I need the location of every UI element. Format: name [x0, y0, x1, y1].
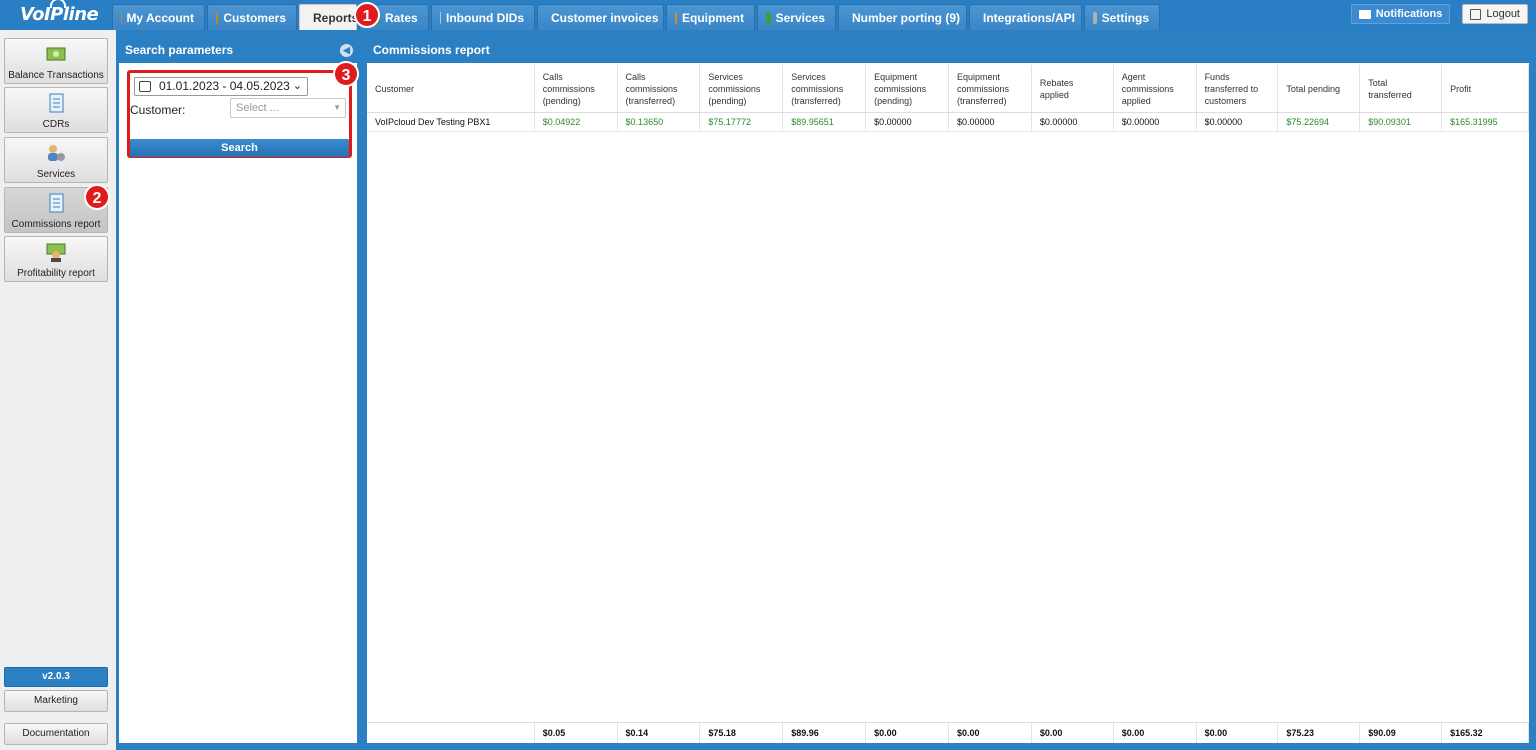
total-cell: $0.00 [1114, 723, 1197, 743]
box-icon [675, 11, 677, 24]
table-cell: $75.22694 [1278, 113, 1361, 131]
column-header[interactable]: Profit [1442, 65, 1529, 112]
tab-my-account[interactable]: My Account [112, 4, 205, 30]
tab-equipment[interactable]: Equipment [666, 4, 755, 30]
voipline-logo[interactable]: VoIPline [20, 0, 99, 28]
column-header[interactable]: Total pending [1278, 65, 1361, 112]
logout-icon [1470, 8, 1482, 20]
main-tabs: My Account Customers Reports Rates Inbound D… [112, 4, 1162, 30]
documentation-button[interactable]: Documentation [4, 723, 108, 745]
tab-inbound-dids[interactable]: Inbound DIDs [431, 4, 535, 30]
total-cell: $0.00 [1032, 723, 1114, 743]
top-right-actions: Notifications Logout [1350, 4, 1528, 24]
total-cell: $90.09 [1360, 723, 1443, 743]
sidebar-item-services[interactable]: Services [4, 137, 108, 183]
column-header[interactable]: Services commissions (transferred) [783, 65, 867, 112]
sidebar-item-cdrs[interactable]: CDRs [4, 87, 108, 133]
tab-reports[interactable]: Reports [299, 4, 357, 30]
search-form-highlight: 01.01.2023 - 04.05.2023 ⌄ Customer: Sele… [127, 70, 352, 158]
column-header[interactable]: Customer [367, 65, 535, 112]
sidebar-item-balance-transactions[interactable]: Balance Transactions [4, 38, 108, 84]
document-icon [49, 93, 64, 113]
services-icon [766, 11, 771, 24]
table-cell: $90.09301 [1360, 113, 1443, 131]
total-cell [367, 723, 535, 743]
report-header: Commissions report [367, 37, 1529, 63]
column-header[interactable]: Funds transferred to customers [1197, 65, 1279, 112]
tab-integrations-api[interactable]: Integrations/API [969, 4, 1082, 30]
commissions-report-panel: Commissions report Customer Calls commiss… [364, 37, 1532, 746]
column-header[interactable]: Equipment commissions (pending) [866, 65, 949, 112]
total-cell: $0.00 [1197, 723, 1279, 743]
total-cell: $165.32 [1442, 723, 1529, 743]
users-gear-icon [48, 145, 65, 161]
table-header-row: Customer Calls commissions (pending) Calls… [367, 65, 1529, 113]
collapse-left-icon[interactable]: ◀ [340, 44, 353, 57]
envelope-icon [1358, 9, 1371, 19]
table-cell: $75.17772 [700, 113, 784, 131]
annotation-badge-3: 3 [333, 61, 359, 87]
tab-settings[interactable]: Settings [1084, 4, 1160, 30]
total-cell: $0.05 [535, 723, 618, 743]
dropdown-arrow-icon: ▼ [333, 103, 341, 112]
annotation-badge-1: 1 [354, 2, 380, 28]
total-cell: $0.00 [949, 723, 1032, 743]
table-cell: $165.31995 [1442, 113, 1529, 131]
total-cell: $75.18 [700, 723, 784, 743]
column-header[interactable]: Rebates applied [1032, 65, 1114, 112]
document-icon [49, 193, 64, 213]
column-header[interactable]: Services commissions (pending) [700, 65, 784, 112]
tab-customer-invoices[interactable]: Customer invoices [537, 4, 664, 30]
column-header[interactable]: Calls commissions (pending) [535, 65, 618, 112]
column-header[interactable]: Agent commissions applied [1114, 65, 1197, 112]
commissions-table: Customer Calls commissions (pending) Calls… [367, 65, 1529, 132]
tab-number-porting-9[interactable]: Number porting (9) [838, 4, 967, 30]
money-icon [46, 47, 66, 61]
column-header[interactable]: Calls commissions (transferred) [618, 65, 701, 112]
annotation-badge-2: 2 [84, 184, 110, 210]
top-navigation-bar: VoIPline My Account Customers Reports Rates… [0, 0, 1536, 30]
table-cell: $0.00000 [1114, 113, 1197, 131]
version-badge: v2.0.3 [4, 667, 108, 687]
search-parameters-panel: Search parameters ◀ 01.01.2023 - 04.05.2… [116, 37, 360, 746]
table-row[interactable]: VoIPcloud Dev Testing PBX1 $0.04922 $0.136… [367, 113, 1529, 132]
search-button[interactable]: Search [130, 139, 349, 157]
money-user-icon [46, 243, 66, 262]
column-header[interactable]: Total transferred [1360, 65, 1443, 112]
table-totals-row: $0.05 $0.14 $75.18 $89.96 $0.00 $0.00 $0.00 $0.… [367, 722, 1529, 743]
calendar-icon [139, 81, 151, 92]
tab-customers[interactable]: Customers [207, 4, 297, 30]
chevron-down-icon: ⌄ [292, 80, 302, 92]
reports-sidebar: Balance Transactions CDRs Services Commi… [0, 30, 116, 750]
logo-signal-arc [50, 0, 66, 8]
did-icon [440, 11, 441, 24]
customers-icon [216, 11, 219, 24]
customer-select[interactable]: Select ... ▼ [230, 98, 346, 118]
table-cell: $0.00000 [866, 113, 949, 131]
notifications-button[interactable]: Notifications [1350, 4, 1451, 24]
search-panel-header: Search parameters ◀ [119, 37, 357, 63]
table-cell: $0.13650 [618, 113, 701, 131]
sidebar-item-profitability-report[interactable]: Profitability report [4, 236, 108, 282]
tab-services[interactable]: Services [757, 4, 836, 30]
settings-icon [1093, 11, 1097, 24]
table-cell: $0.04922 [535, 113, 618, 131]
table-cell: $0.00000 [1032, 113, 1114, 131]
logout-button[interactable]: Logout [1462, 4, 1528, 24]
table-cell: $0.00000 [1197, 113, 1279, 131]
total-cell: $75.23 [1278, 723, 1361, 743]
table-cell: $0.00000 [949, 113, 1032, 131]
marketing-button[interactable]: Marketing [4, 690, 108, 712]
date-range-picker[interactable]: 01.01.2023 - 04.05.2023 ⌄ [134, 77, 308, 96]
total-cell: $0.00 [866, 723, 949, 743]
table-cell: VoIPcloud Dev Testing PBX1 [367, 113, 535, 131]
customer-label: Customer: [130, 103, 186, 117]
total-cell: $0.14 [618, 723, 701, 743]
table-cell: $89.95651 [783, 113, 867, 131]
column-header[interactable]: Equipment commissions (transferred) [949, 65, 1032, 112]
total-cell: $89.96 [783, 723, 867, 743]
